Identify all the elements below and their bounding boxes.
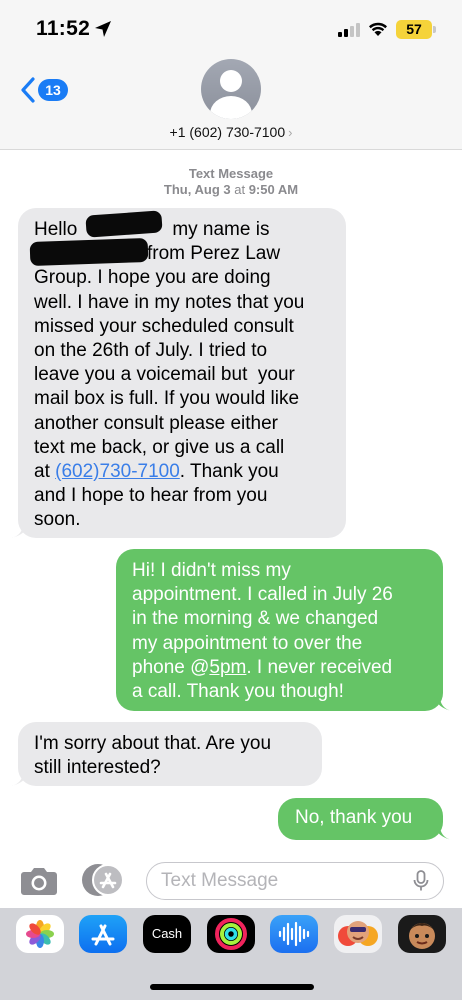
apple-cash-icon[interactable]: Cash bbox=[143, 915, 191, 953]
message-text: . Thank you bbox=[179, 461, 279, 483]
outgoing-bubble-tail bbox=[434, 697, 452, 711]
incoming-message-bubble[interactable]: I'm sorry about that. Are you still inte… bbox=[18, 722, 322, 786]
redaction-mark bbox=[29, 237, 149, 267]
message-text: I'm sorry about that. Are you bbox=[34, 733, 272, 754]
photos-icon[interactable] bbox=[16, 915, 64, 953]
app-store-icon[interactable] bbox=[79, 915, 127, 953]
message-type-label: Text Message bbox=[188, 166, 274, 181]
photos-flower-glyph bbox=[26, 920, 54, 948]
message-text: still interested? bbox=[34, 757, 161, 779]
message-text: another consult please either bbox=[34, 412, 278, 434]
timestamp-time: 9:50 AM bbox=[248, 182, 299, 197]
message-text: well. I have in my notes that you bbox=[34, 291, 305, 313]
message-text: appointment. I called in July 26 bbox=[132, 584, 393, 606]
unread-count-badge[interactable]: 13 bbox=[38, 79, 68, 101]
status-bar: 11:52 57 bbox=[0, 0, 462, 50]
message-timestamp: Text Message Thu, Aug 3 at 9:50 AM bbox=[0, 166, 462, 198]
contact-phone-number: +1 (602) 730-7100 bbox=[169, 124, 286, 140]
message-text: at bbox=[34, 461, 50, 483]
message-text: . I never received bbox=[246, 656, 393, 678]
camera-icon[interactable] bbox=[20, 864, 58, 896]
cellular-signal-icon bbox=[338, 23, 360, 37]
message-text: on the 26th of July. I tried to bbox=[34, 340, 268, 362]
home-indicator[interactable] bbox=[150, 984, 314, 990]
message-input[interactable] bbox=[161, 869, 401, 893]
message-text: text me back, or give us a call bbox=[34, 436, 285, 458]
time-link[interactable]: 5pm bbox=[209, 657, 246, 678]
battery-indicator: 57 bbox=[396, 20, 432, 39]
contact-avatar[interactable] bbox=[201, 59, 261, 119]
incoming-bubble-tail bbox=[11, 524, 29, 538]
outgoing-message-bubble[interactable]: No, thank you bbox=[278, 798, 443, 840]
message-text: soon. bbox=[34, 509, 81, 531]
memoji-stickers-icon[interactable] bbox=[334, 915, 382, 953]
message-text: phone @ bbox=[132, 656, 210, 678]
message-text: Group. I hope you are doing bbox=[34, 267, 271, 289]
message-text: my name is bbox=[172, 219, 270, 240]
contact-chevron-icon: › bbox=[288, 125, 293, 140]
memoji-icon[interactable] bbox=[398, 915, 446, 953]
message-text: Hello bbox=[34, 219, 78, 240]
app-store-a-glyph bbox=[91, 924, 115, 946]
message-text: a call. Thank you though! bbox=[132, 681, 344, 703]
apps-button-front-circle bbox=[92, 864, 124, 896]
battery-cap bbox=[433, 26, 436, 33]
message-text: No, thank you bbox=[295, 807, 413, 828]
phone-number-link[interactable]: (602)730-7100 bbox=[55, 461, 180, 482]
wifi-icon bbox=[369, 22, 387, 36]
timestamp-date: Thu, Aug 3 bbox=[163, 182, 231, 197]
outgoing-bubble-tail bbox=[434, 826, 452, 840]
audio-message-icon[interactable] bbox=[270, 915, 318, 953]
app-store-glyph-icon bbox=[99, 872, 117, 889]
memoji-stickers-glyph bbox=[338, 921, 378, 946]
back-chevron-icon[interactable] bbox=[20, 77, 36, 103]
message-text: and I hope to hear from you bbox=[34, 485, 268, 507]
timestamp-at: at bbox=[234, 182, 246, 197]
fitness-icon[interactable] bbox=[207, 915, 255, 953]
app-store-apps-button[interactable] bbox=[82, 864, 126, 896]
message-text: in the morning & we changed bbox=[132, 608, 379, 630]
activity-rings-glyph bbox=[215, 918, 247, 950]
conversation-header: 13 +1 (602) 730-7100 › bbox=[0, 50, 462, 150]
incoming-bubble-tail bbox=[11, 772, 29, 786]
message-text: mail box is full. If you would like bbox=[34, 388, 300, 410]
message-text: Hi! I didn't miss my bbox=[132, 560, 291, 581]
battery-level: 57 bbox=[406, 21, 422, 37]
avatar-body bbox=[210, 96, 252, 119]
message-text: from Perez Law bbox=[147, 243, 281, 265]
message-text: leave you a voicemail but your bbox=[34, 364, 295, 386]
avatar-head bbox=[220, 70, 242, 92]
message-text: missed your scheduled consult bbox=[34, 315, 294, 337]
memoji-face-glyph bbox=[409, 923, 435, 949]
location-arrow-icon bbox=[95, 21, 111, 37]
status-time: 11:52 bbox=[36, 17, 91, 40]
apple-cash-label: Cash bbox=[151, 926, 183, 941]
message-input-container bbox=[146, 862, 444, 900]
contact-name-button[interactable]: +1 (602) 730-7100 › bbox=[0, 124, 462, 140]
microphone-icon[interactable] bbox=[413, 870, 429, 892]
message-text: my appointment to over the bbox=[132, 632, 363, 654]
outgoing-message-bubble[interactable]: Hi! I didn't miss my appointment. I call… bbox=[116, 549, 443, 711]
waveform-glyph bbox=[278, 921, 310, 947]
